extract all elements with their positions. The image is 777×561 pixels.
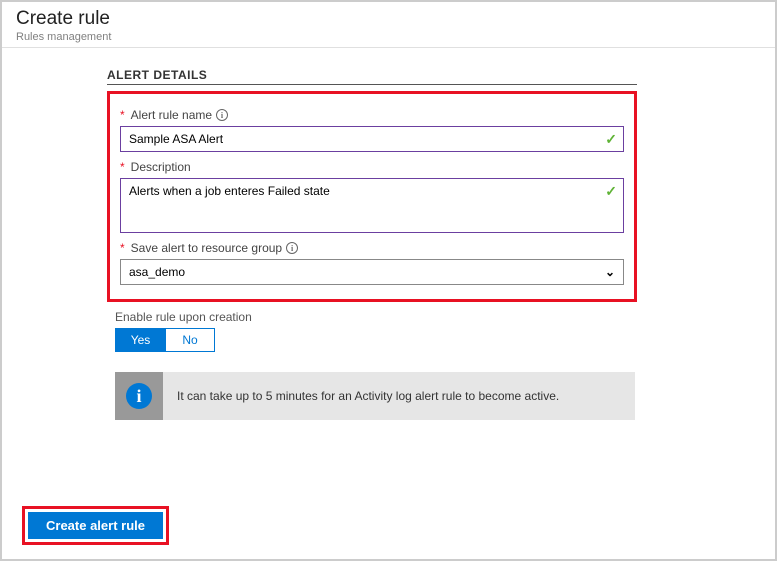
field-rule-name: * Alert rule name i ✓ xyxy=(120,108,624,152)
info-icon[interactable]: i xyxy=(286,242,298,254)
enable-yes-button[interactable]: Yes xyxy=(115,328,165,352)
resource-group-select-wrap: asa_demo ⌄ xyxy=(120,259,624,285)
info-icon[interactable]: i xyxy=(216,109,228,121)
resource-group-select[interactable]: asa_demo xyxy=(121,260,623,284)
enable-rule-toggle: Yes No xyxy=(115,328,755,352)
rule-name-input[interactable] xyxy=(121,127,623,151)
create-button-highlight: Create alert rule xyxy=(22,506,169,545)
required-asterisk: * xyxy=(120,160,125,174)
section-title: ALERT DETAILS xyxy=(107,68,637,85)
field-resource-group: * Save alert to resource group i asa_dem… xyxy=(120,241,624,285)
page-title: Create rule xyxy=(16,8,761,30)
description-label-row: * Description xyxy=(120,160,624,174)
required-asterisk: * xyxy=(120,241,125,255)
enable-rule-label: Enable rule upon creation xyxy=(115,310,645,324)
required-asterisk: * xyxy=(120,108,125,122)
resource-group-label: Save alert to resource group xyxy=(131,241,282,255)
checkmark-icon: ✓ xyxy=(605,183,617,200)
alert-details-highlight: * Alert rule name i ✓ * Description ✓ * xyxy=(107,91,637,302)
info-banner: i It can take up to 5 minutes for an Act… xyxy=(115,372,635,420)
description-input[interactable] xyxy=(121,179,623,227)
footer: Create alert rule xyxy=(22,506,169,545)
rule-name-input-wrap: ✓ xyxy=(120,126,624,152)
checkmark-icon: ✓ xyxy=(605,131,617,148)
page-header: Create rule Rules management xyxy=(2,2,775,48)
content-area: ALERT DETAILS * Alert rule name i ✓ * De… xyxy=(2,48,775,420)
field-description: * Description ✓ xyxy=(120,160,624,233)
enable-no-button[interactable]: No xyxy=(165,328,215,352)
page-subtitle: Rules management xyxy=(16,31,761,43)
info-banner-icon-col: i xyxy=(115,372,163,420)
info-icon: i xyxy=(126,383,152,409)
rule-name-label-row: * Alert rule name i xyxy=(120,108,624,122)
info-banner-message: It can take up to 5 minutes for an Activ… xyxy=(163,389,573,403)
description-label: Description xyxy=(131,160,191,174)
resource-group-label-row: * Save alert to resource group i xyxy=(120,241,624,255)
create-alert-rule-button[interactable]: Create alert rule xyxy=(28,512,163,539)
rule-name-label: Alert rule name xyxy=(131,108,212,122)
description-input-wrap: ✓ xyxy=(120,178,624,233)
